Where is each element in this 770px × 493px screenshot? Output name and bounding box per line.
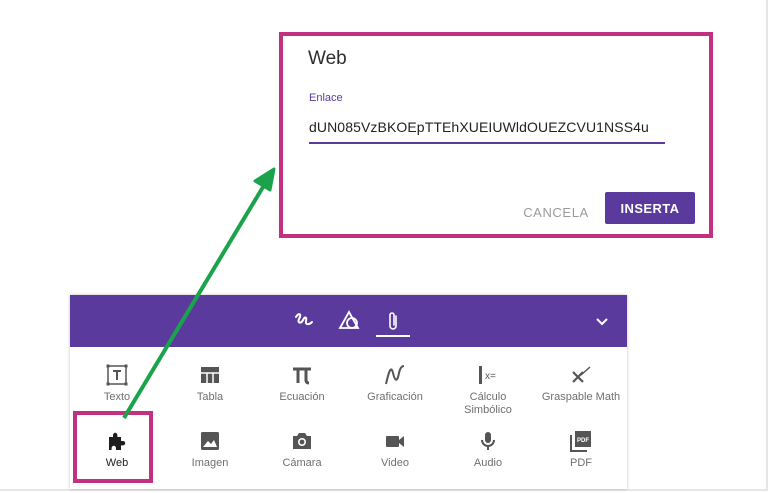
tool-graficacion[interactable]: Graficación [353,363,437,404]
active-tab-indicator [376,335,410,337]
insert-panel: Texto Tabla Ecuación Graficación x= Cálc… [70,295,627,489]
tool-label: Texto [103,391,131,403]
table-icon [198,363,222,387]
tool-label: Video [381,457,409,469]
shapes-icon[interactable] [336,309,362,333]
svg-text:PDF: PDF [577,438,589,444]
tool-ecuacion[interactable]: Ecuación [260,363,344,404]
equation-icon [290,363,314,387]
tool-label: Graficación [367,391,423,403]
tool-label: Imagen [191,457,229,469]
tool-texto[interactable]: Texto [75,363,159,404]
insert-button[interactable]: INSERTA [605,192,695,224]
link-field-label: Enlace [309,92,343,104]
tool-tabla[interactable]: Tabla [168,363,252,404]
attachment-icon[interactable] [380,309,406,333]
web-dialog: Web Enlace CANCELA INSERTA [279,32,713,238]
dialog-title: Web [308,48,347,69]
freehand-icon[interactable] [291,309,317,333]
tool-label: Graspable Math [541,391,621,403]
tool-audio[interactable]: Audio [446,429,530,470]
tool-imagen[interactable]: Imagen [168,429,252,470]
video-icon [383,429,407,453]
tool-camara[interactable]: Cámara [260,429,344,470]
web-highlight-box [73,411,153,483]
camera-icon [290,429,314,453]
graph-icon [383,363,407,387]
tool-label: PDF [570,457,592,469]
graspable-math-icon [569,363,593,387]
tool-graspable-math[interactable]: Graspable Math [539,363,623,404]
frame-edge-bottom [0,489,768,491]
image-icon [198,429,222,453]
microphone-icon [476,429,500,453]
text-box-icon [105,363,129,387]
pdf-icon: PDF [569,429,593,453]
tool-label: Tabla [196,391,224,403]
tool-label: Cámara [282,457,322,469]
cancel-button[interactable]: CANCELA [517,196,595,228]
tool-video[interactable]: Video [353,429,437,470]
tool-pdf[interactable]: PDF PDF [539,429,623,470]
tool-calculo-simbolico[interactable]: x= Cálculo Simbólico [446,363,530,417]
tool-label: Audio [473,457,503,469]
frame-edge-right [766,0,768,490]
chevron-down-icon[interactable] [592,311,612,331]
svg-text:x=: x= [485,371,496,382]
link-input[interactable] [309,112,665,144]
panel-header [70,295,627,347]
tool-label: Cálculo Simbólico [464,391,512,416]
tool-label: Ecuación [279,391,325,403]
symbolic-calc-icon: x= [476,363,500,387]
